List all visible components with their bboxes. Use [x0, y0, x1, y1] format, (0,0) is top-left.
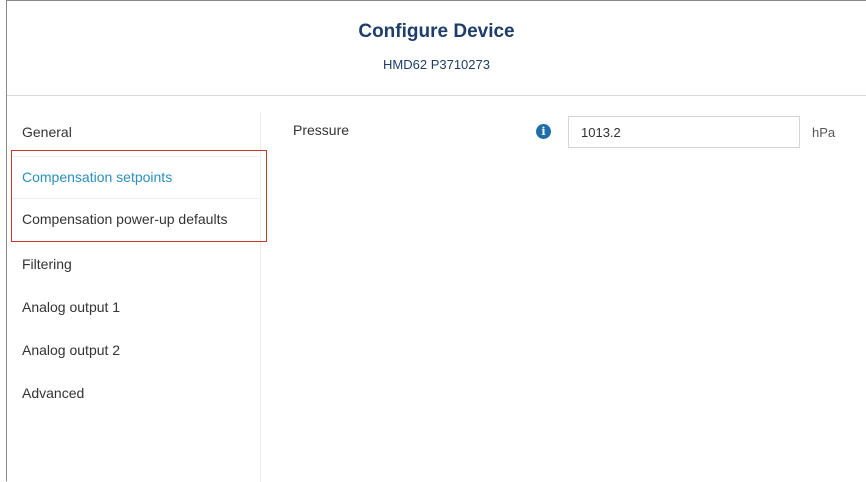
page-title: Configure Device: [358, 21, 515, 42]
device-identifier: HMD62 P3710273: [383, 57, 490, 72]
sidebar-nav: General Compensation setpoints Compensat…: [7, 112, 267, 482]
header: Configure Device HMD62 P3710273: [7, 1, 866, 96]
configure-device-panel: Configure Device HMD62 P3710273 General …: [6, 0, 866, 482]
sidebar-item-analog-output-1[interactable]: Analog output 1: [11, 287, 259, 327]
sidebar-item-general[interactable]: General: [11, 112, 259, 152]
sidebar-item-advanced[interactable]: Advanced: [11, 373, 259, 413]
sidebar-item-compensation-setpoints[interactable]: Compensation setpoints: [11, 156, 259, 196]
sidebar-item-analog-output-2[interactable]: Analog output 2: [11, 330, 259, 370]
pressure-label: Pressure: [293, 122, 350, 138]
settings-content: Pressure i hPa: [261, 112, 866, 482]
sidebar-item-compensation-power-up-defaults[interactable]: Compensation power-up defaults: [11, 198, 259, 238]
sidebar-item-filtering[interactable]: Filtering: [11, 244, 259, 284]
pressure-unit: hPa: [812, 125, 836, 140]
pressure-input[interactable]: [568, 116, 800, 148]
info-icon[interactable]: i: [536, 124, 551, 139]
